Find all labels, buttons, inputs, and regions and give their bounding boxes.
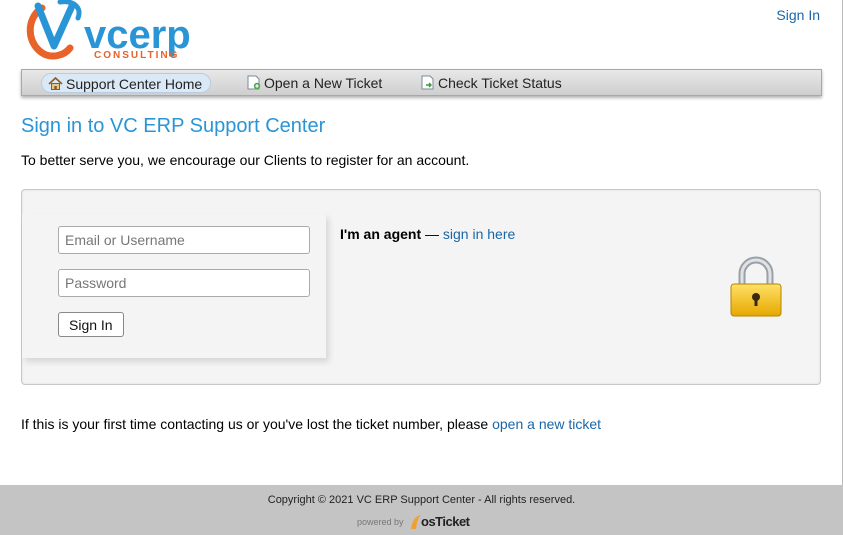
main-nav: Support Center Home Open a New Ticket Ch… [21, 69, 822, 96]
intro-text: To better serve you, we encourage our Cl… [21, 152, 470, 168]
agent-signin-line: I'm an agent — sign in here [340, 226, 515, 242]
agent-label: I'm an agent [340, 226, 422, 242]
page-container: vcerp CONSULTING Sign In Support Center … [0, 0, 843, 485]
powered-by-osticket[interactable]: powered by osTicket [357, 513, 477, 533]
nav-item-check-ticket-status[interactable]: Check Ticket Status [414, 73, 570, 93]
new-ticket-icon [247, 75, 261, 90]
home-icon [48, 76, 63, 90]
copyright-text: Copyright © 2021 VC ERP Support Center -… [267, 494, 576, 506]
sign-in-button[interactable]: Sign In [58, 312, 124, 337]
agent-signin-link[interactable]: sign in here [443, 226, 515, 242]
first-time-label: If this is your first time contacting us… [21, 416, 493, 432]
header-signin-link[interactable]: Sign In [776, 7, 820, 23]
login-box: Sign In I'm an agent — sign in here [21, 189, 821, 385]
nav-label: Check Ticket Status [438, 75, 562, 91]
login-form: Sign In [22, 214, 326, 358]
email-field[interactable] [58, 226, 310, 254]
open-new-ticket-link[interactable]: open a new ticket [492, 416, 601, 432]
footer: Copyright © 2021 VC ERP Support Center -… [0, 485, 843, 535]
ticket-status-icon [421, 75, 434, 90]
lock-icon [730, 256, 782, 317]
osticket-label: osTicket [421, 514, 470, 529]
svg-text:CONSULTING: CONSULTING [94, 50, 179, 61]
nav-label: Support Center Home [66, 76, 203, 92]
vcerp-logo[interactable]: vcerp CONSULTING [24, 0, 224, 66]
nav-item-support-center-home[interactable]: Support Center Home [41, 73, 212, 93]
agent-dash: — [421, 226, 443, 242]
first-time-text: If this is your first time contacting us… [21, 416, 601, 432]
powered-by-label: powered by [357, 517, 404, 527]
nav-label: Open a New Ticket [264, 75, 383, 91]
password-field[interactable] [58, 269, 310, 297]
page-title: Sign in to VC ERP Support Center [21, 115, 326, 137]
nav-item-open-new-ticket[interactable]: Open a New Ticket [240, 73, 390, 93]
